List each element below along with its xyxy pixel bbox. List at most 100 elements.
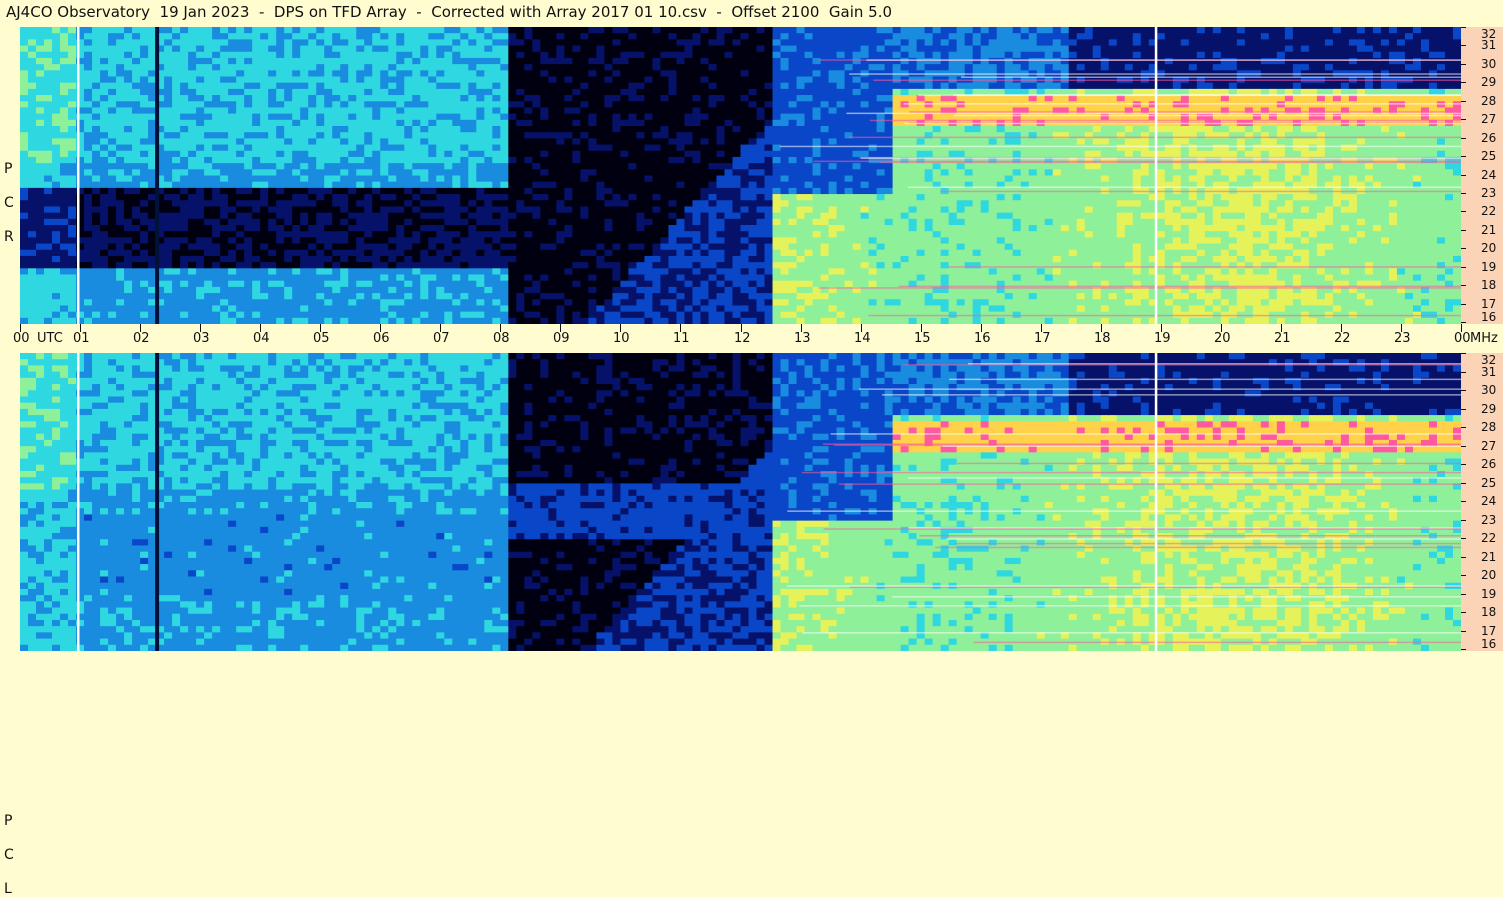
rcp-cell (572, 163, 581, 170)
rcp-cell (68, 311, 77, 319)
rcp-cell (436, 311, 445, 319)
rcp-cell (476, 212, 485, 220)
rcp-cell (196, 255, 205, 263)
rcp-cell (628, 163, 638, 170)
rcp-cell (620, 33, 630, 40)
rcp-cell (772, 144, 782, 152)
rcp-cell (372, 274, 381, 282)
rcp-cell (492, 293, 501, 300)
rcp-cell (788, 132, 798, 139)
rcp-cell (268, 57, 277, 65)
rcp-cell (516, 243, 525, 251)
rcp-cell (44, 119, 53, 127)
rcp-cell (284, 286, 293, 294)
rcp-cell (220, 218, 229, 226)
rcp-cell (756, 262, 766, 269)
rcp-cell (100, 33, 109, 40)
rcp-cell (740, 262, 750, 269)
rcp-cell (540, 175, 549, 183)
rcp-cell (508, 249, 517, 257)
rcp-cell (420, 82, 429, 90)
rcp-cell (820, 249, 830, 257)
rcp-cell (828, 150, 838, 158)
rcp-cell (524, 156, 533, 164)
rcp-cell (396, 70, 405, 78)
rcp-cell (364, 280, 373, 288)
rcp-cell (596, 57, 606, 65)
rcp-cell (348, 268, 357, 276)
rcp-cell (172, 274, 181, 282)
rcp-cell (676, 82, 686, 90)
rcp-cell (732, 101, 742, 109)
rcp-cell (172, 101, 181, 109)
rcp-cell (380, 70, 389, 78)
rcp-cell (324, 138, 333, 146)
rcp-cell (812, 231, 822, 238)
rcp-cell (492, 95, 501, 102)
rcp-cell (356, 181, 365, 189)
rcp-cell (316, 95, 325, 102)
rcp-cell (100, 249, 109, 257)
rcp-cell (140, 132, 149, 139)
rcp-cell (436, 231, 445, 238)
rcp-cell (108, 212, 117, 220)
rcp-cell (796, 119, 806, 127)
rcp-cell (532, 70, 541, 78)
rcp-cell (52, 156, 61, 164)
rcp-cell (236, 200, 245, 208)
rcp-cell (828, 88, 838, 96)
rcp-cell (676, 206, 686, 214)
rcp-cell (364, 76, 373, 84)
rcp-cell (556, 144, 565, 152)
rcp-cell (276, 231, 285, 238)
rcp-cell (652, 299, 662, 307)
rcp-cell (284, 237, 293, 245)
rcp-cell (516, 33, 525, 40)
rcp-cell (836, 126, 846, 133)
rcp-cell (388, 163, 397, 170)
rcp-cell (756, 51, 766, 59)
rcp-cell (140, 268, 149, 276)
rcp-cell (116, 27, 125, 34)
rcp-cell (316, 45, 325, 53)
rcp-cell (636, 268, 646, 276)
rcp-cell (548, 138, 557, 146)
rcp-cell (516, 268, 525, 276)
rcp-cell (548, 200, 557, 208)
rcp-cell (356, 88, 365, 96)
rcp-cell (244, 268, 253, 276)
rcp-cell (44, 82, 53, 90)
rcp-cell (220, 82, 229, 90)
rcp-cell (740, 150, 750, 158)
rcp-cell (204, 218, 213, 226)
rcp-cell (508, 126, 517, 133)
rcp-cell (84, 132, 93, 139)
rcp-cell (52, 70, 61, 78)
rcp-cell (644, 95, 654, 102)
rcp-cell (564, 175, 573, 183)
rcp-cell (436, 95, 445, 102)
rcp-cell (604, 249, 614, 257)
rcp-cell (172, 194, 181, 201)
rcp-cell (620, 113, 630, 121)
rcp-cell (700, 169, 710, 177)
rcp-cell (524, 243, 533, 251)
rcp-cell (804, 218, 814, 226)
rcp-cell (740, 82, 750, 90)
rcp-cell (444, 293, 453, 300)
rcp-cell (484, 33, 493, 40)
rcp-cell (196, 225, 205, 232)
rcp-cell (260, 163, 269, 170)
rcp-cell (124, 175, 133, 183)
rcp-cell (492, 231, 501, 238)
rcp-cell (476, 138, 485, 146)
rcp-cell (780, 57, 790, 65)
rcp-cell (716, 88, 726, 96)
rcp-cell (164, 126, 173, 133)
rcp-cell (452, 200, 461, 208)
rcp-cell (172, 249, 181, 257)
rcp-cell (412, 181, 421, 189)
rcp-cell (444, 200, 453, 208)
rcp-cell (700, 126, 710, 133)
rcp-cell (780, 249, 790, 257)
